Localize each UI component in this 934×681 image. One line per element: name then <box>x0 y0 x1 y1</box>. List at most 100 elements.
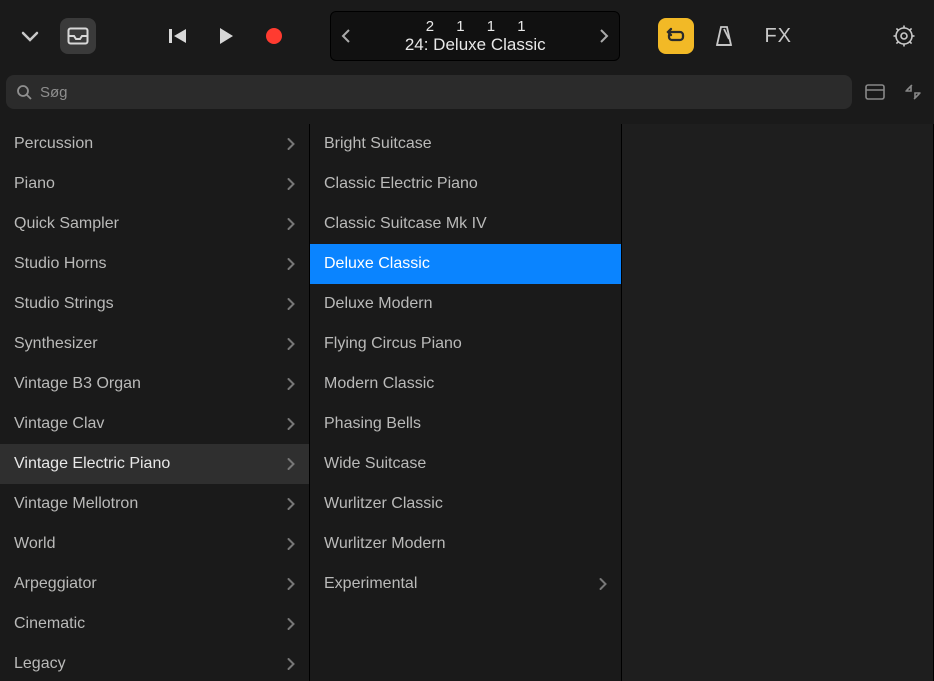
chevron-right-icon <box>287 577 295 591</box>
list-item-label: Legacy <box>14 655 287 673</box>
skip-back-icon <box>168 27 188 45</box>
list-item-label: Vintage Electric Piano <box>14 455 287 473</box>
chevron-right-icon <box>287 137 295 151</box>
chevron-right-icon <box>287 657 295 671</box>
submenu-indicator <box>287 657 295 671</box>
list-item-label: Classic Electric Piano <box>324 175 607 193</box>
chevron-left-icon <box>341 28 351 44</box>
search-icon <box>16 84 32 100</box>
submenu-indicator <box>287 177 295 191</box>
list-item[interactable]: Experimental <box>310 564 621 604</box>
list-item[interactable]: Bright Suitcase <box>310 124 621 164</box>
list-item[interactable]: Modern Classic <box>310 364 621 404</box>
list-item[interactable]: World <box>0 524 309 564</box>
list-item-label: Studio Strings <box>14 295 287 313</box>
list-item-label: Cinematic <box>14 615 287 633</box>
list-item[interactable]: Studio Strings <box>0 284 309 324</box>
lcd-body: 2 1 1 1 24: Deluxe Classic <box>361 18 589 55</box>
disclosure-menu-button[interactable] <box>12 18 48 54</box>
submenu-indicator <box>287 217 295 231</box>
loop-icon <box>665 27 687 45</box>
list-item-label: Phasing Bells <box>324 415 607 433</box>
fx-button[interactable]: FX <box>754 25 802 48</box>
chevron-right-icon <box>599 28 609 44</box>
list-item-label: Deluxe Modern <box>324 295 607 313</box>
list-item-label: World <box>14 535 287 553</box>
list-item[interactable]: Wurlitzer Modern <box>310 524 621 564</box>
list-item[interactable]: Synthesizer <box>0 324 309 364</box>
list-item[interactable]: Piano <box>0 164 309 204</box>
list-item[interactable]: Deluxe Modern <box>310 284 621 324</box>
list-item-label: Modern Classic <box>324 375 607 393</box>
chevron-right-icon <box>287 537 295 551</box>
list-item-label: Vintage Clav <box>14 415 287 433</box>
metronome-icon <box>714 25 734 47</box>
list-item-label: Vintage B3 Organ <box>14 375 287 393</box>
search-box[interactable] <box>6 75 852 109</box>
submenu-indicator <box>287 617 295 631</box>
lcd-position: 2 1 1 1 <box>361 18 589 35</box>
list-item-label: Wurlitzer Classic <box>324 495 607 513</box>
submenu-indicator <box>287 257 295 271</box>
list-item[interactable]: Flying Circus Piano <box>310 324 621 364</box>
list-item-label: Quick Sampler <box>14 215 287 233</box>
rewind-button[interactable] <box>160 18 196 54</box>
loop-button[interactable] <box>658 18 694 54</box>
chevron-right-icon <box>287 177 295 191</box>
list-item[interactable]: Arpeggiator <box>0 564 309 604</box>
list-item-label: Synthesizer <box>14 335 287 353</box>
record-icon <box>264 26 284 46</box>
list-item[interactable]: Vintage B3 Organ <box>0 364 309 404</box>
inbox-button[interactable] <box>60 18 96 54</box>
list-item[interactable]: Wurlitzer Classic <box>310 484 621 524</box>
submenu-indicator <box>287 577 295 591</box>
list-item[interactable]: Legacy <box>0 644 309 681</box>
list-item-label: Classic Suitcase Mk IV <box>324 215 607 233</box>
lcd-preset-name: 24: Deluxe Classic <box>361 35 589 55</box>
list-item[interactable]: Phasing Bells <box>310 404 621 444</box>
metronome-button[interactable] <box>706 18 742 54</box>
preset-column: Bright Suitcase Classic Electric Piano Cla… <box>310 124 622 681</box>
list-item[interactable]: Vintage Clav <box>0 404 309 444</box>
category-column: PercussionPiano Quick Sampler Studio Horns… <box>0 124 310 681</box>
submenu-indicator <box>287 497 295 511</box>
chevron-right-icon <box>287 497 295 511</box>
list-item-label: Experimental <box>324 575 599 593</box>
list-item[interactable]: Vintage Mellotron <box>0 484 309 524</box>
list-item[interactable]: Cinematic <box>0 604 309 644</box>
chevron-right-icon <box>287 217 295 231</box>
list-item[interactable]: Classic Electric Piano <box>310 164 621 204</box>
submenu-indicator <box>287 337 295 351</box>
list-item[interactable]: Vintage Electric Piano <box>0 444 309 484</box>
view-mode-button[interactable] <box>860 77 890 107</box>
list-item-label: Bright Suitcase <box>324 135 607 153</box>
list-item[interactable]: Classic Suitcase Mk IV <box>310 204 621 244</box>
record-button[interactable] <box>256 18 292 54</box>
chevron-right-icon <box>287 457 295 471</box>
list-item[interactable]: Wide Suitcase <box>310 444 621 484</box>
list-item-label: Arpeggiator <box>14 575 287 593</box>
lcd-prev-button[interactable] <box>331 28 361 44</box>
list-item[interactable]: Quick Sampler <box>0 204 309 244</box>
inbox-icon <box>67 27 89 45</box>
list-item-label: Wide Suitcase <box>324 455 607 473</box>
collapse-button[interactable] <box>898 77 928 107</box>
chevron-right-icon <box>287 297 295 311</box>
chevron-right-icon <box>287 337 295 351</box>
chevron-right-icon <box>287 617 295 631</box>
list-item[interactable]: Studio Horns <box>0 244 309 284</box>
submenu-indicator <box>287 377 295 391</box>
gear-icon <box>893 25 915 47</box>
settings-button[interactable] <box>886 18 922 54</box>
chevron-right-icon <box>599 577 607 591</box>
submenu-indicator <box>287 137 295 151</box>
panel-icon <box>865 84 885 100</box>
list-item[interactable]: Deluxe Classic <box>310 244 621 284</box>
search-input[interactable] <box>40 84 842 101</box>
toolbar-center: 2 1 1 1 24: Deluxe Classic <box>304 11 646 61</box>
play-button[interactable] <box>208 18 244 54</box>
list-item-label: Wurlitzer Modern <box>324 535 607 553</box>
lcd-display[interactable]: 2 1 1 1 24: Deluxe Classic <box>330 11 620 61</box>
lcd-next-button[interactable] <box>589 28 619 44</box>
list-item[interactable]: Percussion <box>0 124 309 164</box>
